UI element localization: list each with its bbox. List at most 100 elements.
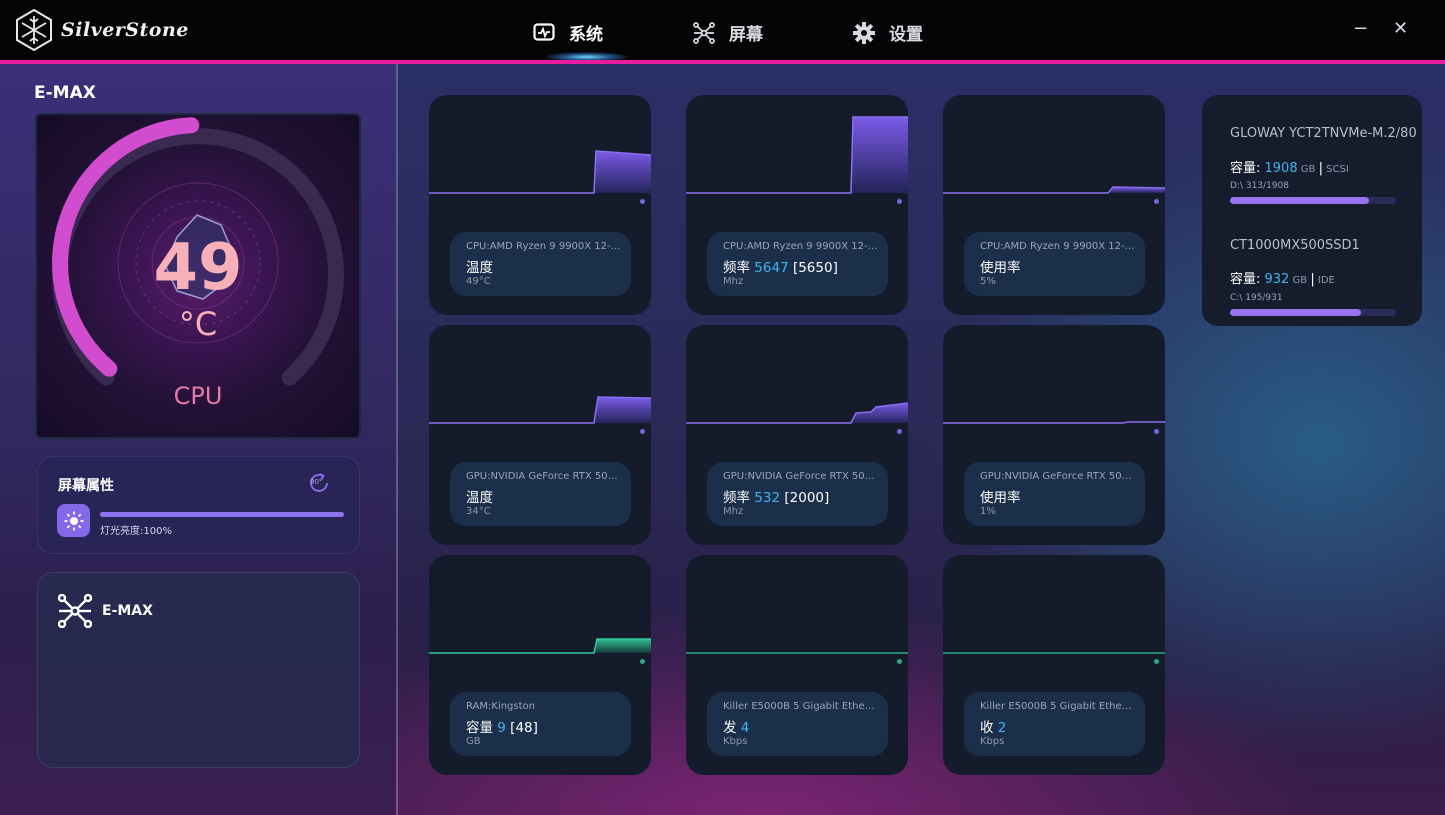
gear-icon — [853, 21, 875, 44]
sensor-source: GPU:NVIDIA GeForce RTX 5070 Ti — [723, 471, 878, 482]
graph-indicator-dot — [1154, 429, 1159, 434]
sensor-source: GPU:NVIDIA GeForce RTX 5070 Ti — [466, 471, 621, 482]
sensor-graph — [686, 402, 908, 424]
brightness-slider[interactable] — [100, 512, 344, 517]
sensor-info: CPU:AMD Ryzen 9 9900X 12-Core Processor 温… — [450, 232, 631, 296]
sensor-tile[interactable]: Killer E5000B 5 Gigabit Ethernet Control… — [943, 555, 1165, 775]
disk-capacity-value: 932 — [1264, 272, 1290, 287]
sensor-metric-value: 2 — [997, 720, 1007, 736]
sensor-graph — [943, 421, 1165, 424]
sensor-source: CPU:AMD Ryzen 9 9900X 12-Core Processor — [723, 241, 878, 252]
device-card-name: E-MAX — [102, 603, 153, 619]
graph-indicator-dot — [1154, 199, 1159, 204]
sensor-source: CPU:AMD Ryzen 9 9900X 12-Core Processor — [980, 241, 1135, 252]
sensor-info: GPU:NVIDIA GeForce RTX 5070 Ti 使用率 1% — [964, 462, 1145, 526]
device-title: E-MAX — [34, 83, 96, 103]
disk-capacity-label: 容量: — [1230, 161, 1265, 176]
tab-screen-label: 屏幕 — [729, 25, 763, 45]
device-card[interactable]: E-MAX — [37, 572, 360, 768]
sensor-unit: Mhz — [723, 506, 744, 517]
sensor-tile[interactable]: GPU:NVIDIA GeForce RTX 5070 Ti 频率 532 [20… — [686, 325, 908, 545]
sensor-source: RAM:Kingston — [466, 701, 535, 712]
temperature-unit: °C — [178, 305, 218, 343]
storage-panel: GLOWAY YCT2TNVMe-M.2/80 容量: 1908 GB | SC… — [1202, 95, 1422, 326]
sensor-info: GPU:NVIDIA GeForce RTX 5070 Ti 频率 532 [20… — [707, 462, 888, 526]
disk-capacity-value: 1908 — [1264, 161, 1298, 176]
disk-usage-path: D:\ 313/1908 — [1230, 181, 1289, 191]
sensor-tile[interactable]: CPU:AMD Ryzen 9 9900X 12-Core Processor 使… — [943, 95, 1165, 315]
sensor-tile[interactable]: CPU:AMD Ryzen 9 9900X 12-Core Processor 温… — [429, 95, 651, 315]
sensor-info: RAM:Kingston 容量 9 [48] GB — [450, 692, 631, 756]
disk-capacity-unit: GB — [1297, 164, 1319, 175]
sensor-reading: 使用率 — [980, 256, 1021, 276]
sensor-graph — [429, 396, 651, 424]
brand-name: SilverStone — [61, 19, 189, 41]
sensor-reading: 频率 532 [2000] — [723, 486, 829, 506]
disk-bus: SCSI — [1322, 164, 1349, 175]
disk-name: CT1000MX500SSD1 — [1230, 238, 1360, 253]
snowflake-logo-icon — [16, 9, 52, 51]
tab-screen[interactable]: 屏幕 — [693, 20, 763, 45]
sensor-info: Killer E5000B 5 Gigabit Ethernet Control… — [707, 692, 888, 756]
sensor-graph — [686, 116, 908, 194]
tab-settings-label: 设置 — [889, 25, 923, 45]
sensor-reading: 收 2 — [980, 716, 1006, 736]
sensor-metric-label: 频率 — [723, 490, 755, 506]
sensor-unit: Kbps — [723, 736, 748, 747]
brand-logo: SilverStone — [15, 9, 189, 51]
sensor-info: CPU:AMD Ryzen 9 9900X 12-Core Processor 使… — [964, 232, 1145, 296]
sensor-unit: 49°C — [466, 276, 491, 287]
sensor-metric-value: 9 — [497, 720, 506, 736]
screen-properties-title: 屏幕属性 — [58, 478, 114, 494]
sensor-reading: 温度 — [466, 256, 493, 276]
sensor-source: Killer E5000B 5 Gigabit Ethernet Control… — [723, 701, 878, 712]
temperature-value: 49 — [153, 231, 243, 305]
sensor-info: CPU:AMD Ryzen 9 9900X 12-Core Processor 频… — [707, 232, 888, 296]
sensor-tile[interactable]: CPU:AMD Ryzen 9 9900X 12-Core Processor 频… — [686, 95, 908, 315]
brightness-button[interactable] — [57, 504, 90, 537]
graph-indicator-dot — [1154, 659, 1159, 664]
sensor-reading: 使用率 — [980, 486, 1021, 506]
disk-capacity-label: 容量: — [1230, 272, 1265, 287]
sensor-tile[interactable]: GPU:NVIDIA GeForce RTX 5070 Ti 使用率 1% — [943, 325, 1165, 545]
sensor-graph — [686, 652, 908, 654]
disk-name: GLOWAY YCT2TNVMe-M.2/80 — [1230, 126, 1417, 141]
tab-settings[interactable]: 设置 — [853, 20, 923, 45]
sensor-metric-label: 温度 — [466, 490, 493, 506]
rotate-button[interactable]: 90° — [307, 471, 331, 495]
network-nodes-icon — [693, 21, 715, 44]
sensor-reading: 温度 — [466, 486, 493, 506]
screen-properties-card: 屏幕属性 90° 灯光亮度:100% — [37, 456, 360, 554]
tab-system[interactable]: 系统 — [533, 20, 603, 45]
brightness-slider-fill — [100, 512, 344, 517]
sensor-info: GPU:NVIDIA GeForce RTX 5070 Ti 温度 34°C — [450, 462, 631, 526]
graph-indicator-dot — [640, 429, 645, 434]
sensor-tile[interactable]: Killer E5000B 5 Gigabit Ethernet Control… — [686, 555, 908, 775]
sensor-unit: Mhz — [723, 276, 744, 287]
sensor-unit: 34°C — [466, 506, 491, 517]
sensor-unit: 1% — [980, 506, 996, 517]
close-button[interactable]: ✕ — [1393, 18, 1408, 39]
graph-indicator-dot — [897, 199, 902, 204]
disk-usage-fill — [1230, 197, 1370, 204]
rotate-label: 90° — [310, 478, 323, 486]
sensor-graph — [943, 652, 1165, 654]
sensor-tile[interactable]: RAM:Kingston 容量 9 [48] GB — [429, 555, 651, 775]
sensor-unit: 5% — [980, 276, 996, 287]
minimize-button[interactable]: − — [1353, 18, 1368, 39]
disk-usage-path: C:\ 195/931 — [1230, 293, 1283, 303]
sensor-metric-label: 容量 — [466, 720, 498, 736]
sensor-metric-max: [2000] — [780, 490, 830, 506]
sensor-graph — [429, 638, 651, 654]
disk-capacity-unit: GB — [1289, 275, 1311, 286]
sensor-reading: 发 4 — [723, 716, 749, 736]
monitor-pulse-icon — [533, 22, 555, 43]
sensor-reading: 频率 5647 [5650] — [723, 256, 838, 276]
sensor-metric-value: 4 — [740, 720, 750, 736]
screen-preview[interactable]: 49 °C CPU — [35, 113, 361, 439]
sensor-tile[interactable]: GPU:NVIDIA GeForce RTX 5070 Ti 温度 34°C — [429, 325, 651, 545]
sensor-metric-value: 5647 — [754, 260, 789, 276]
disk-usage-bar — [1230, 309, 1396, 316]
sensor-metric-label: 发 — [723, 720, 741, 736]
sensor-graph — [429, 150, 651, 194]
